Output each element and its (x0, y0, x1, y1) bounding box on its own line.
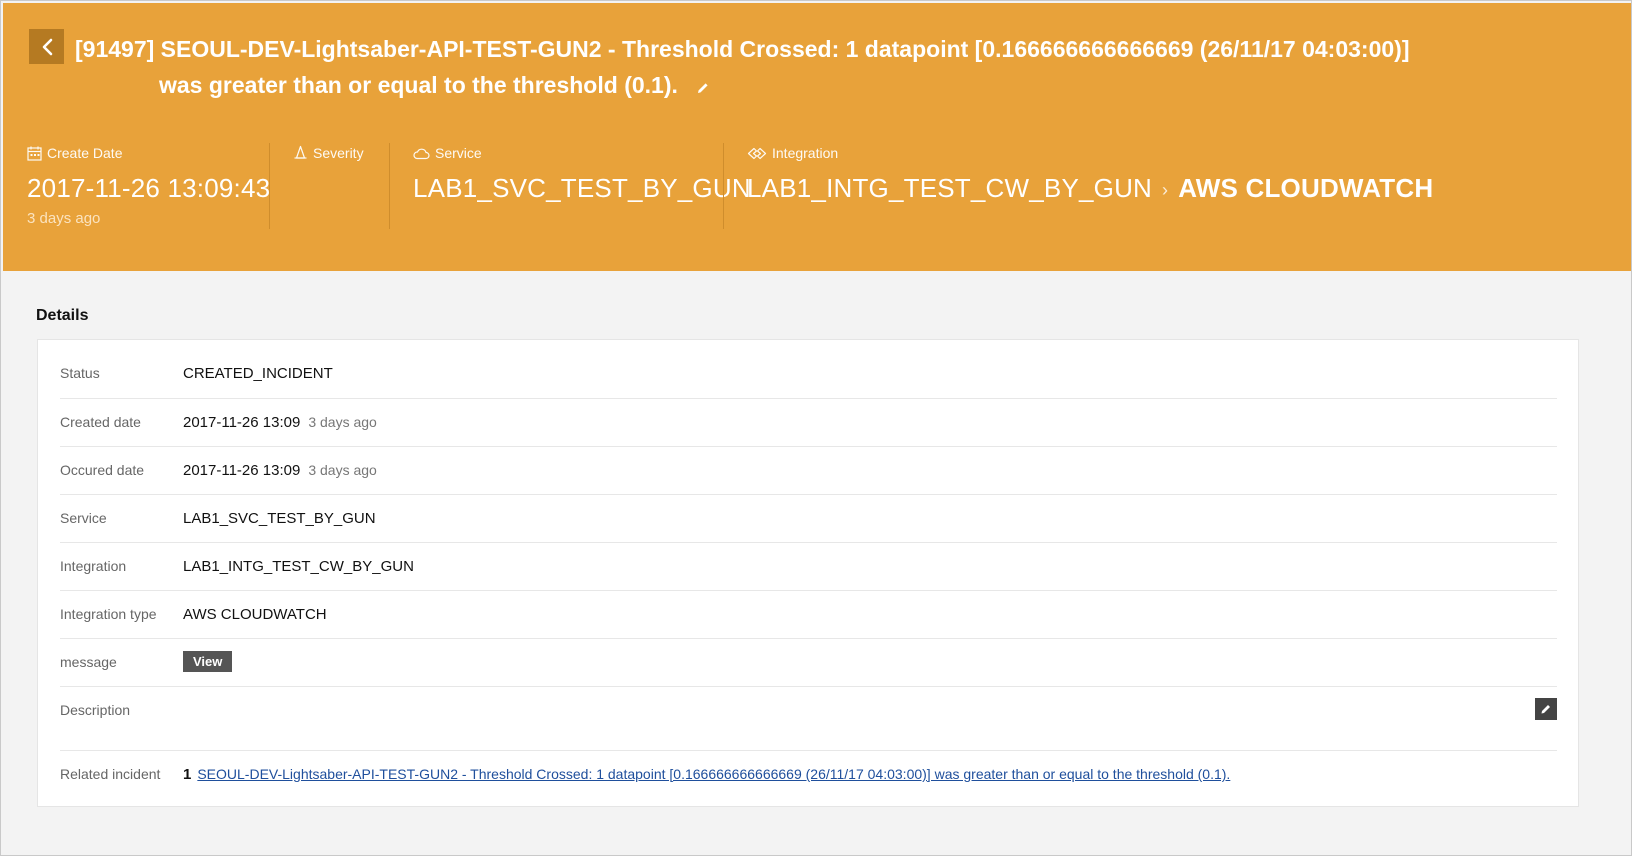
title-line-2: was greater than or equal to the thresho… (159, 72, 678, 98)
incident-title: [91497] SEOUL-DEV-Lightsaber-API-TEST-GU… (75, 31, 1555, 105)
integration-label: Integration (772, 145, 839, 161)
service-value: LAB1_SVC_TEST_BY_GUN (413, 173, 751, 203)
related-incident-row: Related incident 1 SEOUL-DEV-Lightsaber-A… (60, 751, 1557, 807)
incident-header: [91497] SEOUL-DEV-Lightsaber-API-TEST-GU… (3, 3, 1631, 271)
pencil-icon (698, 83, 708, 93)
meta-divider (389, 143, 390, 229)
edit-description-button[interactable] (1535, 698, 1557, 720)
back-button[interactable] (29, 29, 64, 64)
occured-date-label: Occured date (60, 462, 145, 478)
service-row-label: Service (60, 510, 107, 526)
integration-name: LAB1_INTG_TEST_CW_BY_GUN (747, 173, 1153, 203)
related-incident-count: 1 (183, 766, 192, 783)
related-incident-link[interactable]: SEOUL-DEV-Lightsaber-API-TEST-GUN2 - Thr… (197, 766, 1230, 782)
status-row: Status CREATED_INCIDENT (60, 340, 1557, 399)
service-row-value: LAB1_SVC_TEST_BY_GUN (183, 510, 376, 527)
back-icon (42, 38, 52, 55)
integration-type-value: AWS CLOUDWATCH (183, 606, 327, 623)
details-heading: Details (36, 307, 89, 324)
create-date-ago: 3 days ago (27, 210, 101, 227)
status-label: Status (60, 365, 100, 381)
severity-block: Severity (293, 143, 364, 229)
integration-row-value: LAB1_INTG_TEST_CW_BY_GUN (183, 558, 414, 575)
service-row: Service LAB1_SVC_TEST_BY_GUN (60, 495, 1557, 543)
created-date-row: Created date 2017-11-26 13:09 3 days ago (60, 399, 1557, 447)
created-date-ago: 3 days ago (308, 414, 377, 430)
description-row: Description (60, 687, 1557, 751)
message-row: message View (60, 639, 1557, 687)
create-date-value: 2017-11-26 13:09:43 (27, 173, 271, 203)
created-date-value: 2017-11-26 13:09 (183, 414, 301, 431)
meta-divider (723, 143, 724, 229)
integration-row-label: Integration (60, 558, 127, 574)
title-line-1: [91497] SEOUL-DEV-Lightsaber-API-TEST-GU… (75, 36, 1410, 62)
service-label: Service (435, 145, 482, 161)
service-block: Service LAB1_SVC_TEST_BY_GUN (413, 143, 751, 229)
integration-type: AWS CLOUDWATCH (1178, 173, 1434, 203)
chevron-right-icon: › (1162, 179, 1169, 200)
details-card: Status CREATED_INCIDENT Created date 201… (37, 339, 1579, 807)
integration-block: Integration LAB1_INTG_TEST_CW_BY_GUN › AWS… (747, 143, 1433, 229)
integration-type-label: Integration type (60, 606, 157, 622)
pencil-icon (1541, 705, 1550, 714)
related-incident-label: Related incident (60, 766, 161, 782)
occured-date-value: 2017-11-26 13:09 (183, 462, 301, 479)
incident-detail-page: [91497] SEOUL-DEV-Lightsaber-API-TEST-GU… (0, 0, 1632, 856)
message-label: message (60, 654, 117, 670)
calendar-icon (27, 146, 42, 161)
meta-divider (269, 143, 270, 229)
create-date-label: Create Date (47, 145, 123, 161)
description-label: Description (60, 702, 131, 718)
bell-icon (294, 145, 307, 159)
occured-date-row: Occured date 2017-11-26 13:09 3 days ago (60, 447, 1557, 495)
create-date-block: Create Date 2017-11-26 13:09:43 3 days a… (27, 143, 270, 229)
integration-type-row: Integration type AWS CLOUDWATCH (60, 591, 1557, 639)
occured-date-ago: 3 days ago (308, 462, 377, 478)
edit-title-button[interactable] (696, 69, 710, 105)
integration-row: Integration LAB1_INTG_TEST_CW_BY_GUN (60, 543, 1557, 591)
integration-icon (747, 147, 767, 159)
severity-label: Severity (313, 145, 364, 161)
view-message-button[interactable]: View (183, 651, 233, 672)
created-date-label: Created date (60, 414, 141, 430)
cloud-icon (413, 148, 430, 159)
status-value: CREATED_INCIDENT (183, 365, 333, 382)
